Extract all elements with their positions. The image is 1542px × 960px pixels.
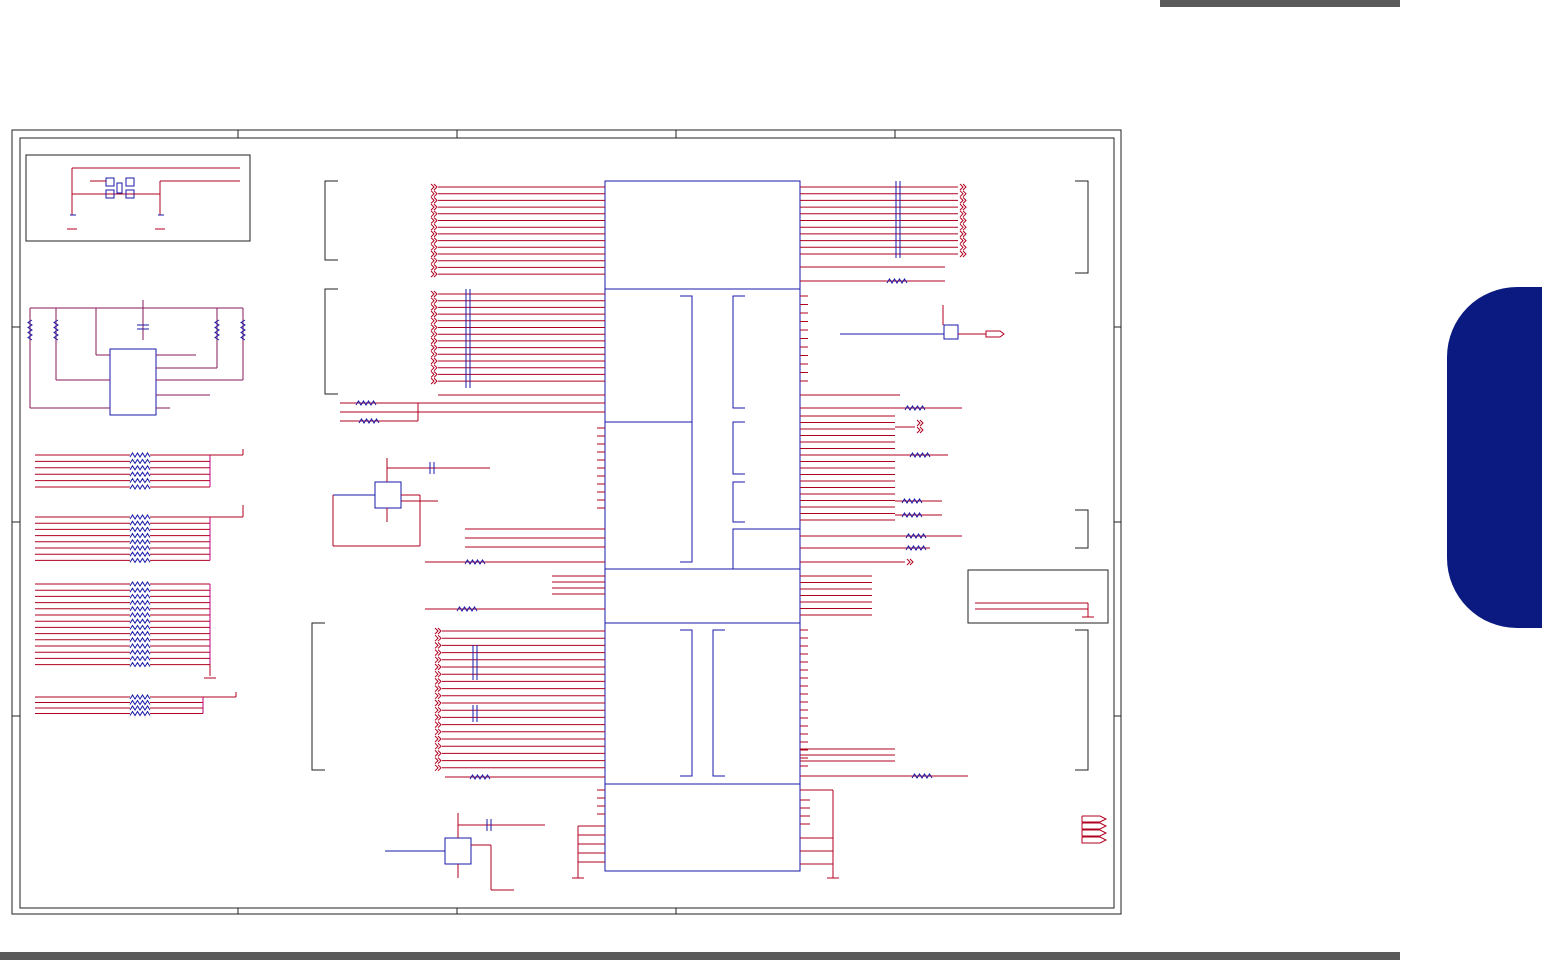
- bus-brackets: [311, 180, 1089, 771]
- main-ic: [604, 180, 801, 872]
- right-termination-box: [967, 569, 1109, 624]
- left-ic-block: [29, 300, 244, 416]
- offpage-connectors: [1081, 815, 1108, 844]
- resistor-arrays: [27, 319, 246, 717]
- crystal-block: [25, 154, 251, 242]
- transistor-q1: [332, 458, 490, 547]
- transistor-q2: [385, 813, 545, 891]
- mosfet-right: [840, 305, 1005, 340]
- net-wires: [340, 183, 968, 825]
- coupling-caps: [465, 181, 901, 722]
- ic-ground-rails: [572, 789, 839, 879]
- schematic-diagram: [11, 129, 1122, 915]
